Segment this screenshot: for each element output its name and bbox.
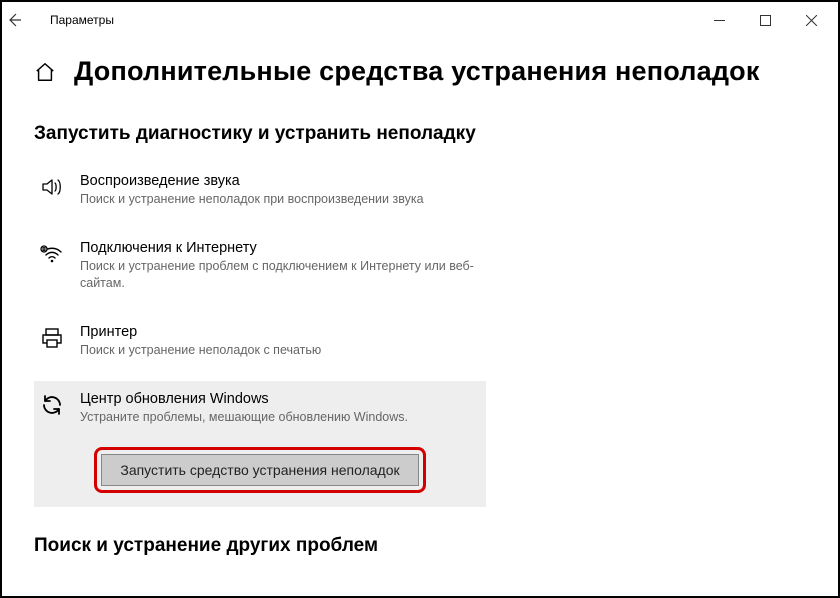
- section-other-problems: Поиск и устранение других проблем: [34, 535, 806, 557]
- close-button[interactable]: [788, 5, 834, 35]
- window-title: Параметры: [50, 13, 114, 27]
- maximize-icon: [760, 15, 771, 26]
- titlebar: Параметры: [2, 2, 838, 38]
- troubleshooter-list: Воспроизведение звука Поиск и устранение…: [34, 163, 806, 507]
- item-desc: Поиск и устранение неполадок при воспрои…: [80, 191, 480, 208]
- item-title: Подключения к Интернету: [80, 240, 480, 256]
- highlight-annotation: Запустить средство устранения неполадок: [94, 447, 425, 493]
- troubleshooter-internet[interactable]: Подключения к Интернету Поиск и устранен…: [34, 230, 486, 302]
- item-desc: Поиск и устранение проблем с подключение…: [80, 258, 480, 292]
- arrow-left-icon: [6, 12, 22, 28]
- minimize-icon: [714, 15, 725, 26]
- section-run-diagnostics: Запустить диагностику и устранить непола…: [34, 123, 806, 145]
- item-title: Принтер: [80, 324, 480, 340]
- item-desc: Устраните проблемы, мешающие обновлению …: [80, 409, 480, 426]
- update-icon: [40, 393, 64, 417]
- content-area: Запустить диагностику и устранить непола…: [2, 95, 838, 557]
- troubleshooter-audio[interactable]: Воспроизведение звука Поиск и устранение…: [34, 163, 486, 218]
- item-title: Воспроизведение звука: [80, 173, 480, 189]
- maximize-button[interactable]: [742, 5, 788, 35]
- printer-icon: [40, 326, 64, 350]
- item-title: Центр обновления Windows: [80, 391, 480, 407]
- window-controls: [696, 5, 834, 35]
- minimize-button[interactable]: [696, 5, 742, 35]
- run-button-container: Запустить средство устранения неполадок: [34, 441, 486, 507]
- home-icon: [34, 61, 56, 83]
- close-icon: [806, 15, 817, 26]
- page-title: Дополнительные средства устранения непол…: [74, 56, 760, 87]
- item-desc: Поиск и устранение неполадок с печатью: [80, 342, 480, 359]
- speaker-icon: [40, 175, 64, 199]
- home-button[interactable]: [34, 61, 56, 83]
- back-button[interactable]: [6, 12, 46, 28]
- troubleshooter-windows-update[interactable]: Центр обновления Windows Устраните пробл…: [34, 381, 486, 441]
- wifi-icon: [40, 242, 64, 266]
- page-header: Дополнительные средства устранения непол…: [2, 38, 838, 95]
- troubleshooter-printer[interactable]: Принтер Поиск и устранение неполадок с п…: [34, 314, 486, 369]
- run-troubleshooter-button[interactable]: Запустить средство устранения неполадок: [101, 454, 418, 486]
